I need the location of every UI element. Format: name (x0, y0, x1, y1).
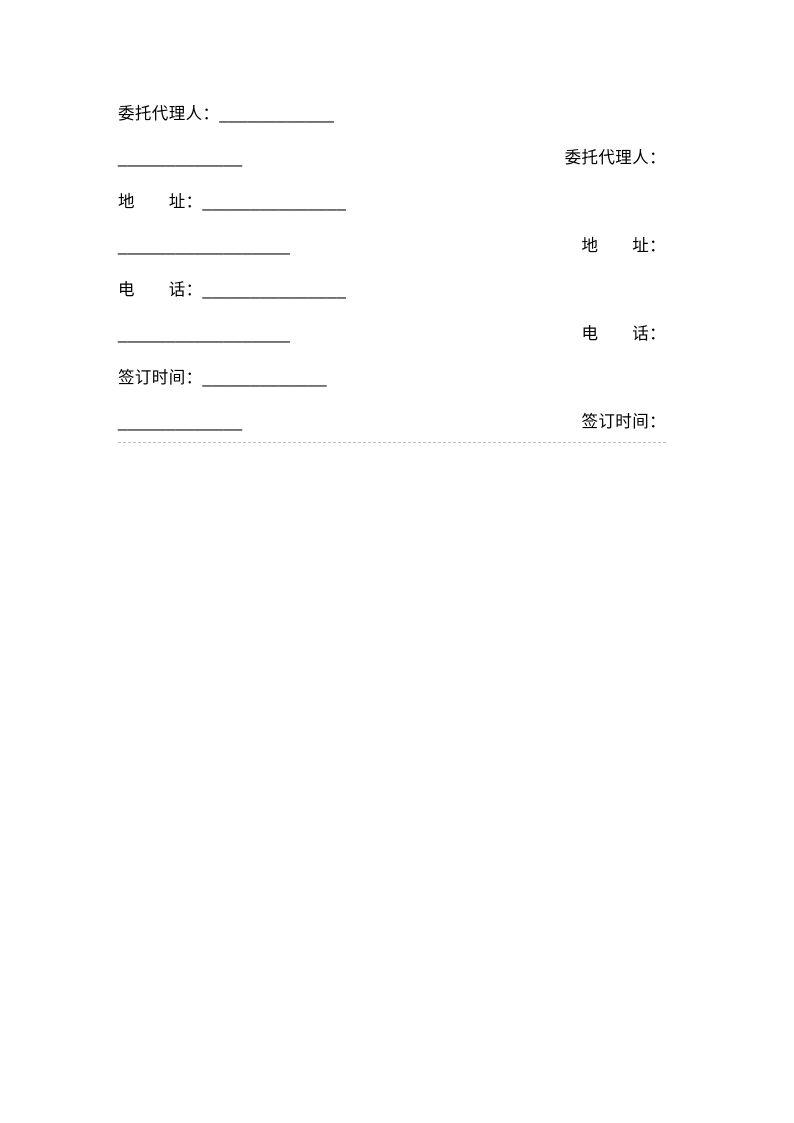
field-rule-authorized-agent-left[interactable]: ____________ (219, 92, 334, 136)
field-left-signing-date: 签订时间： _____________ (118, 356, 327, 400)
field-right-signing-date: 签订时间： (532, 356, 666, 488)
field-label-telephone-right: 电 话： (581, 325, 666, 343)
field-row-authorized-agent: 委托代理人： ____________ 委托代理人： (118, 92, 666, 167)
field-label-authorized-agent-right: 委托代理人： (564, 149, 666, 167)
field-label-signing-date-left: 签订时间： (118, 369, 203, 387)
field-left-telephone: 电 话： _______________ (118, 268, 346, 312)
field-rule-telephone-left[interactable]: _______________ (203, 268, 347, 312)
field-block-authorized-agent: 委托代理人： ____________ 委托代理人： _____________ (118, 92, 666, 180)
field-block-signing-date: 签订时间： _____________ 签订时间： _____________ (118, 356, 666, 444)
field-label-address-left: 地 址： (118, 193, 203, 211)
field-rule-address-left[interactable]: _______________ (203, 180, 347, 224)
signature-block: 委托代理人： ____________ 委托代理人： _____________… (118, 92, 666, 444)
field-label-address-right: 地 址： (581, 237, 666, 255)
field-label-signing-date-right: 签订时间： (581, 413, 666, 431)
field-left-address: 地 址： _______________ (118, 180, 346, 224)
field-row-signing-date: 签订时间： _____________ 签订时间： (118, 356, 666, 431)
field-label-telephone-left: 电 话： (118, 281, 203, 299)
field-rule-signing-date-left[interactable]: _____________ (203, 356, 328, 400)
field-row-telephone: 电 话： _______________ 电 话： (118, 268, 666, 343)
field-row-address: 地 址： _______________ 地 址： (118, 180, 666, 255)
field-left-authorized-agent: 委托代理人： ____________ (118, 92, 334, 136)
page-divider (118, 442, 666, 443)
field-label-authorized-agent-left: 委托代理人： (118, 105, 220, 123)
field-block-address: 地 址： _______________ 地 址： ______________… (118, 180, 666, 268)
field-block-telephone: 电 话： _______________ 电 话： ______________… (118, 268, 666, 356)
document-page: 委托代理人： ____________ 委托代理人： _____________… (0, 0, 794, 1123)
